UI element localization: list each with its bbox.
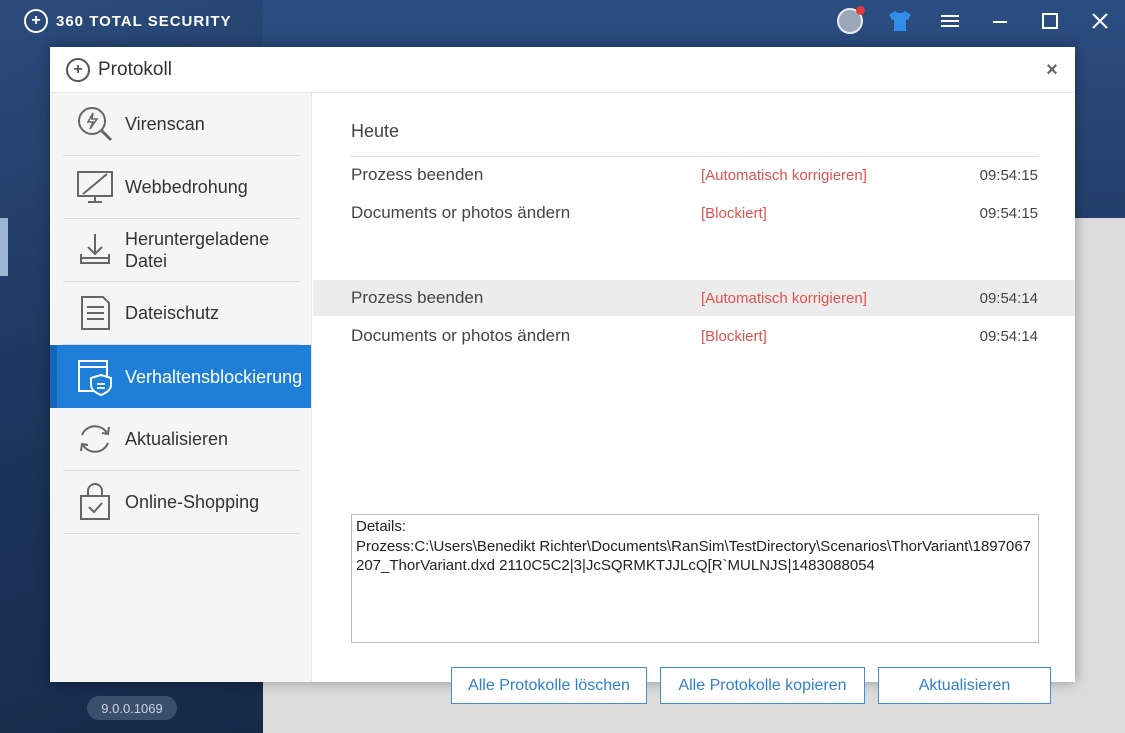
dialog-logo-icon: + xyxy=(66,57,90,82)
maximize-icon xyxy=(1042,13,1058,29)
log-row[interactable]: Documents or photos ändern [Blockiert] 0… xyxy=(313,318,1075,354)
minimize-button[interactable] xyxy=(975,6,1025,36)
log-time: 09:54:14 xyxy=(979,289,1038,307)
download-icon xyxy=(75,230,115,270)
nav-item-heruntergeladene-datei[interactable]: Heruntergeladene Datei xyxy=(63,219,300,282)
clear-all-logs-button[interactable]: Alle Protokolle löschen xyxy=(451,667,647,704)
log-row-selected[interactable]: Prozess beenden [Automatisch korrigieren… xyxy=(313,280,1075,316)
menu-icon xyxy=(941,15,959,27)
nav-label: Verhaltensblockierung xyxy=(125,366,303,387)
close-icon xyxy=(1092,13,1108,29)
log-action: Documents or photos ändern xyxy=(351,326,571,345)
log-row[interactable]: Documents or photos ändern [Blockiert] 0… xyxy=(313,195,1075,231)
avatar-icon xyxy=(837,6,865,34)
refresh-button[interactable]: Aktualisieren xyxy=(878,667,1051,704)
nav-label: Heruntergeladene Datei xyxy=(125,229,270,271)
app-brand: + 360 TOTAL SECURITY xyxy=(24,8,232,34)
update-icon xyxy=(75,419,115,459)
protocol-content: Heute Prozess beenden [Automatisch korri… xyxy=(313,93,1075,704)
nav-item-dateischutz[interactable]: Dateischutz xyxy=(63,282,300,345)
nav-item-webbedrohung[interactable]: Webbedrohung xyxy=(63,156,300,219)
skin-shirt-icon xyxy=(889,11,911,31)
menu-button[interactable] xyxy=(925,6,975,36)
nav-item-online-shopping[interactable]: Online-Shopping xyxy=(63,471,300,534)
log-time: 09:54:14 xyxy=(979,327,1038,345)
protocol-nav: Virenscan Webbedrohung Heruntergeladene … xyxy=(50,93,312,682)
brand-logo-icon: + xyxy=(24,9,48,33)
nav-item-aktualisieren[interactable]: Aktualisieren xyxy=(63,408,300,471)
app-close-button[interactable] xyxy=(1075,6,1125,36)
log-action: Prozess beenden xyxy=(351,165,484,184)
behavior-block-icon xyxy=(75,357,115,397)
dialog-title: Protokoll xyxy=(98,58,172,80)
nav-label: Dateischutz xyxy=(125,303,220,323)
details-label: Details: xyxy=(356,518,407,535)
shopping-bag-icon xyxy=(75,482,115,522)
log-action: Prozess beenden xyxy=(351,288,484,307)
virus-scan-icon xyxy=(75,104,115,144)
brand-name: 360 TOTAL SECURITY xyxy=(56,12,232,30)
maximize-button[interactable] xyxy=(1025,6,1075,36)
details-box[interactable]: Details: Prozess:C:\Users\Benedikt Richt… xyxy=(351,514,1039,643)
log-status: [Blockiert] xyxy=(701,204,767,222)
version-badge: 9.0.0.1069 xyxy=(87,696,177,720)
dialog-header: + Protokoll × xyxy=(50,47,1075,93)
protocol-dialog: + Protokoll × Virenscan Webbedrohung Her… xyxy=(50,47,1075,704)
titlebar-controls xyxy=(825,6,1125,36)
log-row[interactable]: Prozess beenden [Automatisch korrigieren… xyxy=(313,157,1075,193)
web-threat-icon xyxy=(75,167,115,207)
log-time: 09:54:15 xyxy=(979,204,1038,222)
minimize-icon xyxy=(993,21,1007,23)
app-sidebar-active-marker xyxy=(0,218,8,276)
log-action: Documents or photos ändern xyxy=(351,203,571,222)
log-time: 09:54:15 xyxy=(979,166,1038,184)
log-status: [Automatisch korrigieren] xyxy=(701,166,867,184)
nav-label: Online-Shopping xyxy=(125,492,260,512)
details-text: Prozess:C:\Users\Benedikt Richter\Docume… xyxy=(356,537,1031,575)
nav-label: Webbedrohung xyxy=(125,177,248,197)
log-status: [Blockiert] xyxy=(701,327,767,345)
nav-label: Virenscan xyxy=(125,114,205,134)
dialog-close-button[interactable]: × xyxy=(1041,59,1063,81)
nav-item-verhaltensblockierung[interactable]: Verhaltensblockierung xyxy=(50,345,311,408)
nav-label: Aktualisieren xyxy=(125,429,229,449)
avatar-button[interactable] xyxy=(825,6,875,36)
copy-all-logs-button[interactable]: Alle Protokolle kopieren xyxy=(660,667,865,704)
nav-item-virenscan[interactable]: Virenscan xyxy=(63,93,300,156)
section-title: Heute xyxy=(351,121,400,141)
log-status: [Automatisch korrigieren] xyxy=(701,289,867,307)
skin-button[interactable] xyxy=(875,6,925,36)
file-protection-icon xyxy=(75,293,115,333)
